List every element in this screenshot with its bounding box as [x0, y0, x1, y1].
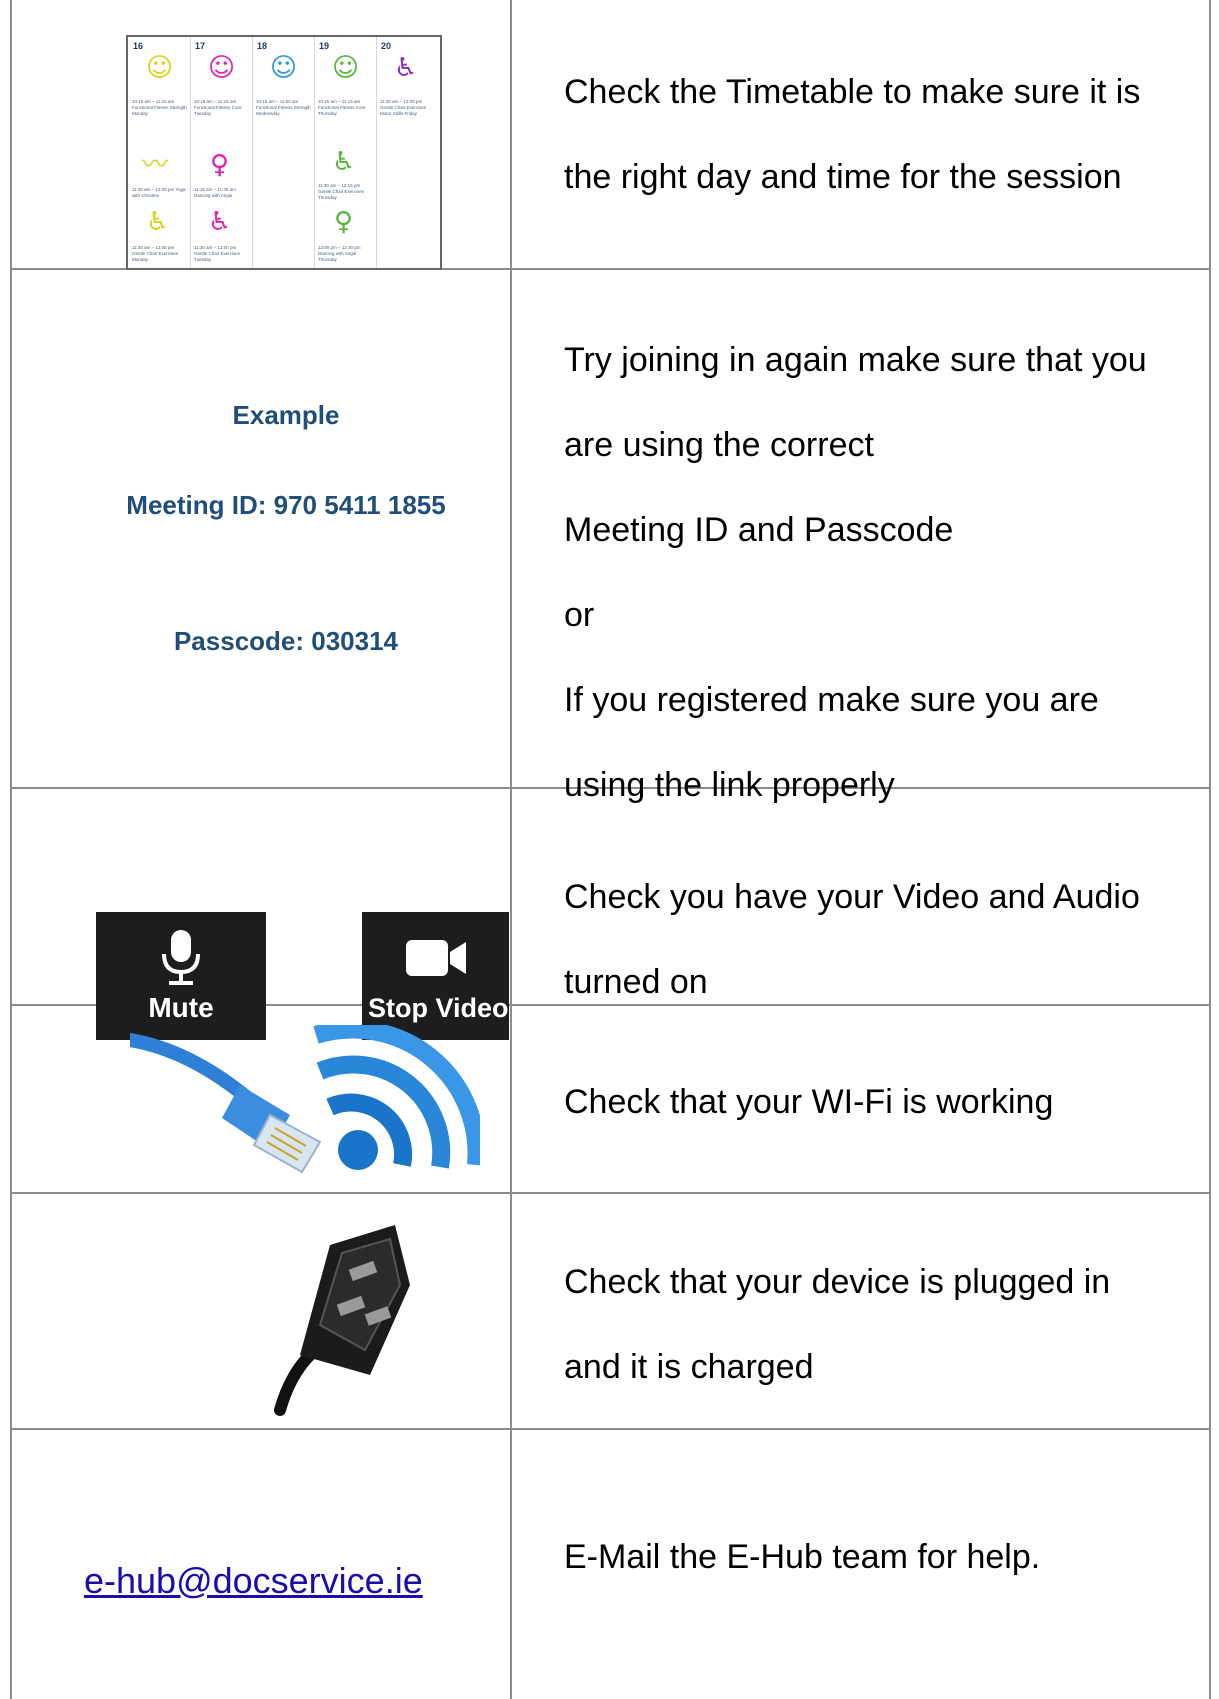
instruction-line: Check that your device is plugged in: [564, 1263, 1111, 1301]
mute-button-label: Mute: [148, 992, 214, 1023]
instruction-line: turned on: [564, 963, 708, 1001]
timetable-caption: 11:30 am – 12:00 pm Yoga with Christine: [132, 187, 186, 198]
timetable-caption: 11:30 am – 12:00 pm Gentle Chair Exercis…: [380, 99, 427, 116]
chair-figure-icon: ♿: [394, 53, 418, 83]
mute-button[interactable]: Mute: [96, 912, 266, 1040]
email-link[interactable]: e-hub@docservice.ie: [84, 1560, 423, 1602]
fitness-figure-icon: ☺: [332, 53, 360, 83]
timetable-day-column: 20 ♿ 11:30 am – 12:00 pm Gentle Chair Ex…: [376, 37, 438, 268]
timetable-caption: 11:30 am – 12:00 pm Gentle Chair Exercis…: [194, 245, 241, 262]
example-meeting-id: Meeting ID: 970 5411 1855: [126, 490, 446, 520]
yoga-figure-icon: 〰: [142, 150, 169, 180]
chair-figure-icon: ♿: [208, 207, 232, 237]
timetable-caption: 10:15 am – 11:15 am Functional Fitness S…: [132, 99, 187, 116]
table-column-divider: [510, 0, 512, 1699]
instruction-line: Try joining in again make sure that you: [564, 341, 1147, 379]
timetable-day-label: 16: [133, 41, 144, 51]
wifi-icon: [313, 1025, 480, 1170]
audio-video-instruction: Check you have your Video and Audio turn…: [564, 855, 1204, 1025]
timetable-caption: 11:30 am – 12:00 pm Gentle Chair Exercis…: [132, 245, 179, 262]
instruction-line: are using the correct: [564, 426, 874, 464]
stop-video-button[interactable]: Stop Video: [362, 912, 509, 1040]
ethernet-cable-icon: [130, 1033, 322, 1174]
email-instruction: E-Mail the E-Hub team for help.: [564, 1515, 1204, 1600]
example-passcode: Passcode: 030314: [173, 626, 399, 656]
instruction-line: using the link properly: [564, 766, 895, 804]
timetable-day-label: 18: [257, 41, 268, 51]
timetable-caption: 11:30 am – 12:15 pm Gentle Chair Exercis…: [318, 183, 365, 200]
fitness-figure-icon: ☺: [270, 53, 298, 83]
instruction-line: the right day and time for the session: [564, 158, 1122, 196]
row-divider: [10, 1428, 1211, 1430]
instruction-line: and it is charged: [564, 1348, 814, 1386]
instruction-line: If you registered make sure you are: [564, 681, 1099, 719]
timetable-day-label: 17: [195, 41, 206, 51]
timetable-thumbnail: 16 ☺ 10:15 am – 11:15 am Functional Fitn…: [126, 35, 442, 270]
instruction-line: Meeting ID and Passcode: [564, 511, 954, 549]
fitness-figure-icon: ☺: [146, 53, 174, 83]
dance-figure-icon: ♀: [334, 207, 354, 237]
instruction-line: Check you have your Video and Audio: [564, 878, 1140, 916]
power-instruction: Check that your device is plugged in and…: [564, 1240, 1204, 1410]
timetable-caption: 10:15 am – 11:15 am Functional Fitness C…: [318, 99, 366, 116]
power-plug-icon: [274, 1225, 410, 1416]
example-heading: Example: [232, 400, 340, 430]
timetable-day-column: 17 ☺ 10:15 am – 11:15 am Functional Fitn…: [190, 37, 253, 268]
table-border-right: [1209, 0, 1211, 1699]
timetable-instruction: Check the Timetable to make sure it is t…: [564, 50, 1204, 220]
timetable-caption: 10:15 am – 11:00 am Functional Fitness S…: [256, 99, 311, 116]
chair-figure-icon: ♿: [332, 147, 356, 177]
timetable-day-column: 19 ☺ 10:15 am – 11:15 am Functional Fitn…: [314, 37, 377, 268]
timetable-day-column: 16 ☺ 10:15 am – 11:15 am Functional Fitn…: [128, 37, 191, 268]
timetable-day-label: 19: [319, 41, 330, 51]
table-border-left: [10, 0, 12, 1699]
stop-video-button-label: Stop Video: [368, 993, 509, 1023]
instruction-line: E-Mail the E-Hub team for help.: [564, 1538, 1041, 1576]
microphone-icon: [162, 930, 200, 985]
fitness-figure-icon: ☺: [208, 53, 236, 83]
video-camera-icon: [406, 940, 466, 976]
chair-figure-icon: ♿: [146, 207, 170, 237]
row-divider: [10, 1192, 1211, 1194]
instruction-line: Check the Timetable to make sure it is: [564, 73, 1141, 111]
timetable-day-label: 20: [381, 41, 392, 51]
timetable-day-column: 18 ☺ 10:15 am – 11:00 am Functional Fitn…: [252, 37, 315, 268]
wifi-instruction: Check that your WI-Fi is working: [564, 1060, 1204, 1145]
timetable-caption: 12:00 pm – 12:30 pm Dancing with Angie T…: [318, 245, 361, 262]
instruction-line: or: [564, 596, 595, 634]
rejoin-instruction: Try joining in again make sure that you …: [564, 318, 1204, 828]
instruction-line: Check that your WI-Fi is working: [564, 1083, 1054, 1121]
timetable-caption: 11:15 am – 11:45 am Dancing with Angie: [194, 187, 236, 198]
timetable-caption: 10:15 am – 11:15 am Functional Fitness C…: [194, 99, 242, 116]
dance-figure-icon: ♀: [210, 150, 230, 180]
